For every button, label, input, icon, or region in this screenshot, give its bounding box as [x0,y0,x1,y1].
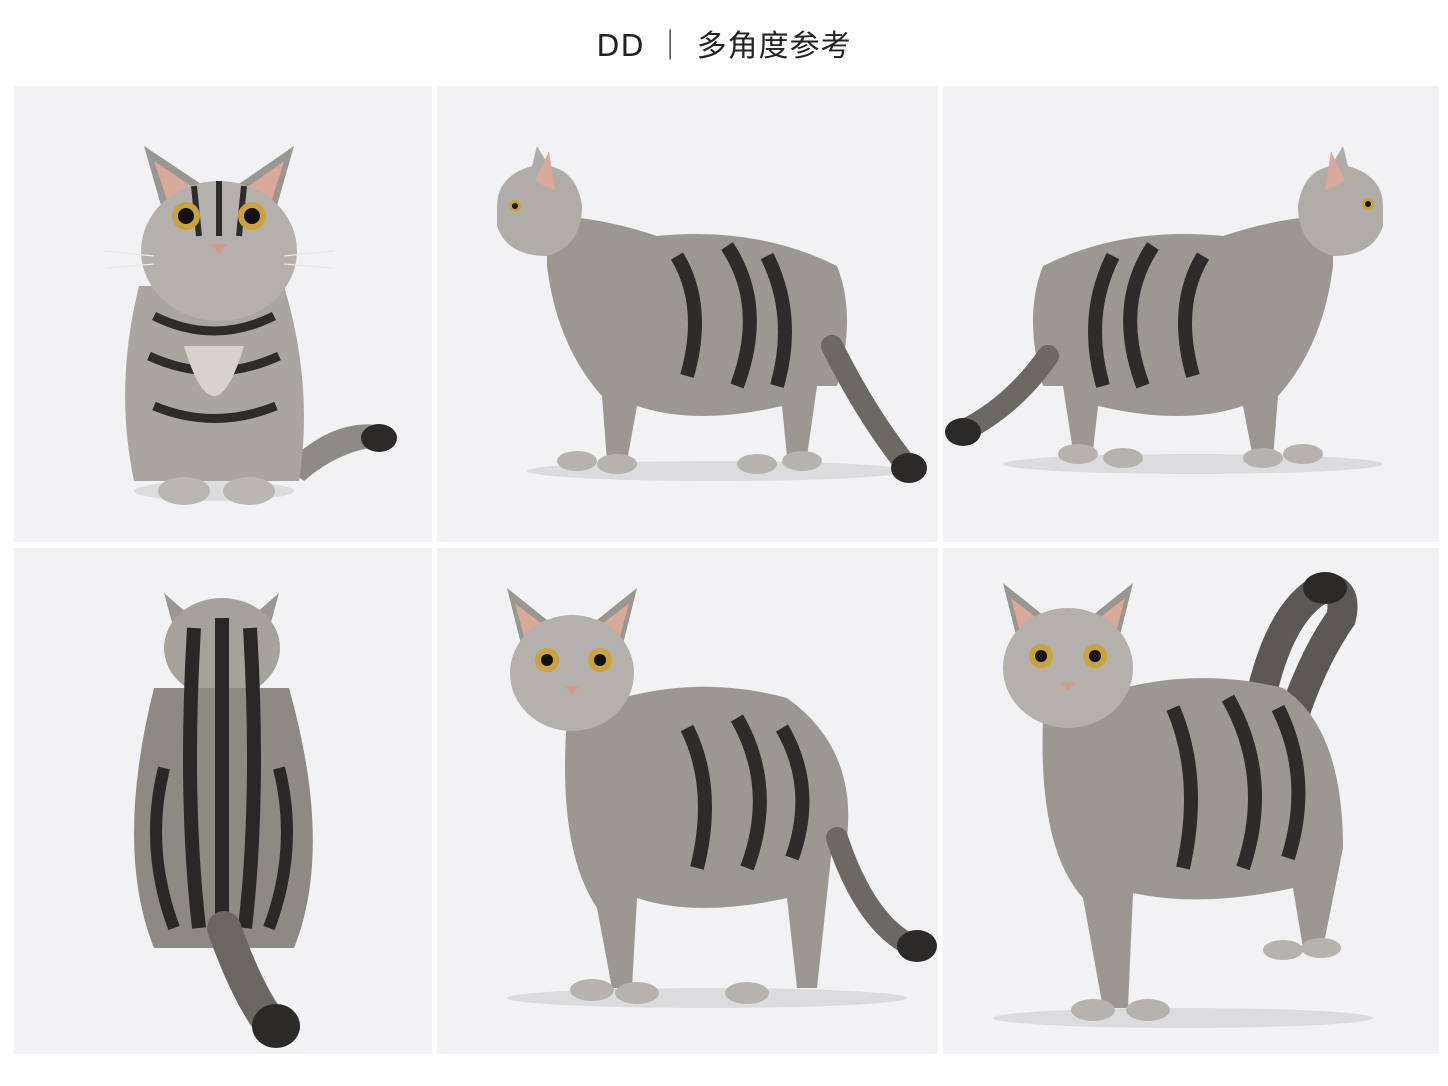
reference-grid [14,86,1439,1054]
cat-side-right-image [945,146,1383,474]
cat-back-sitting-image [134,593,313,1048]
panel-back-sitting [14,548,432,1054]
cat-side-left-image [497,146,927,483]
cat-three-quarter-image [507,588,937,1008]
page-title: DD ｜ 多角度参考 [596,29,852,64]
panel-front-sitting [14,86,432,542]
cat-front-sitting-image [103,146,397,505]
panel-three-quarter-left [437,548,938,1054]
panel-side-left-standing [437,86,938,542]
cat-tail-up-image [993,572,1373,1028]
panel-side-right-standing [943,86,1439,542]
panel-three-quarter-tail-up [943,548,1439,1054]
